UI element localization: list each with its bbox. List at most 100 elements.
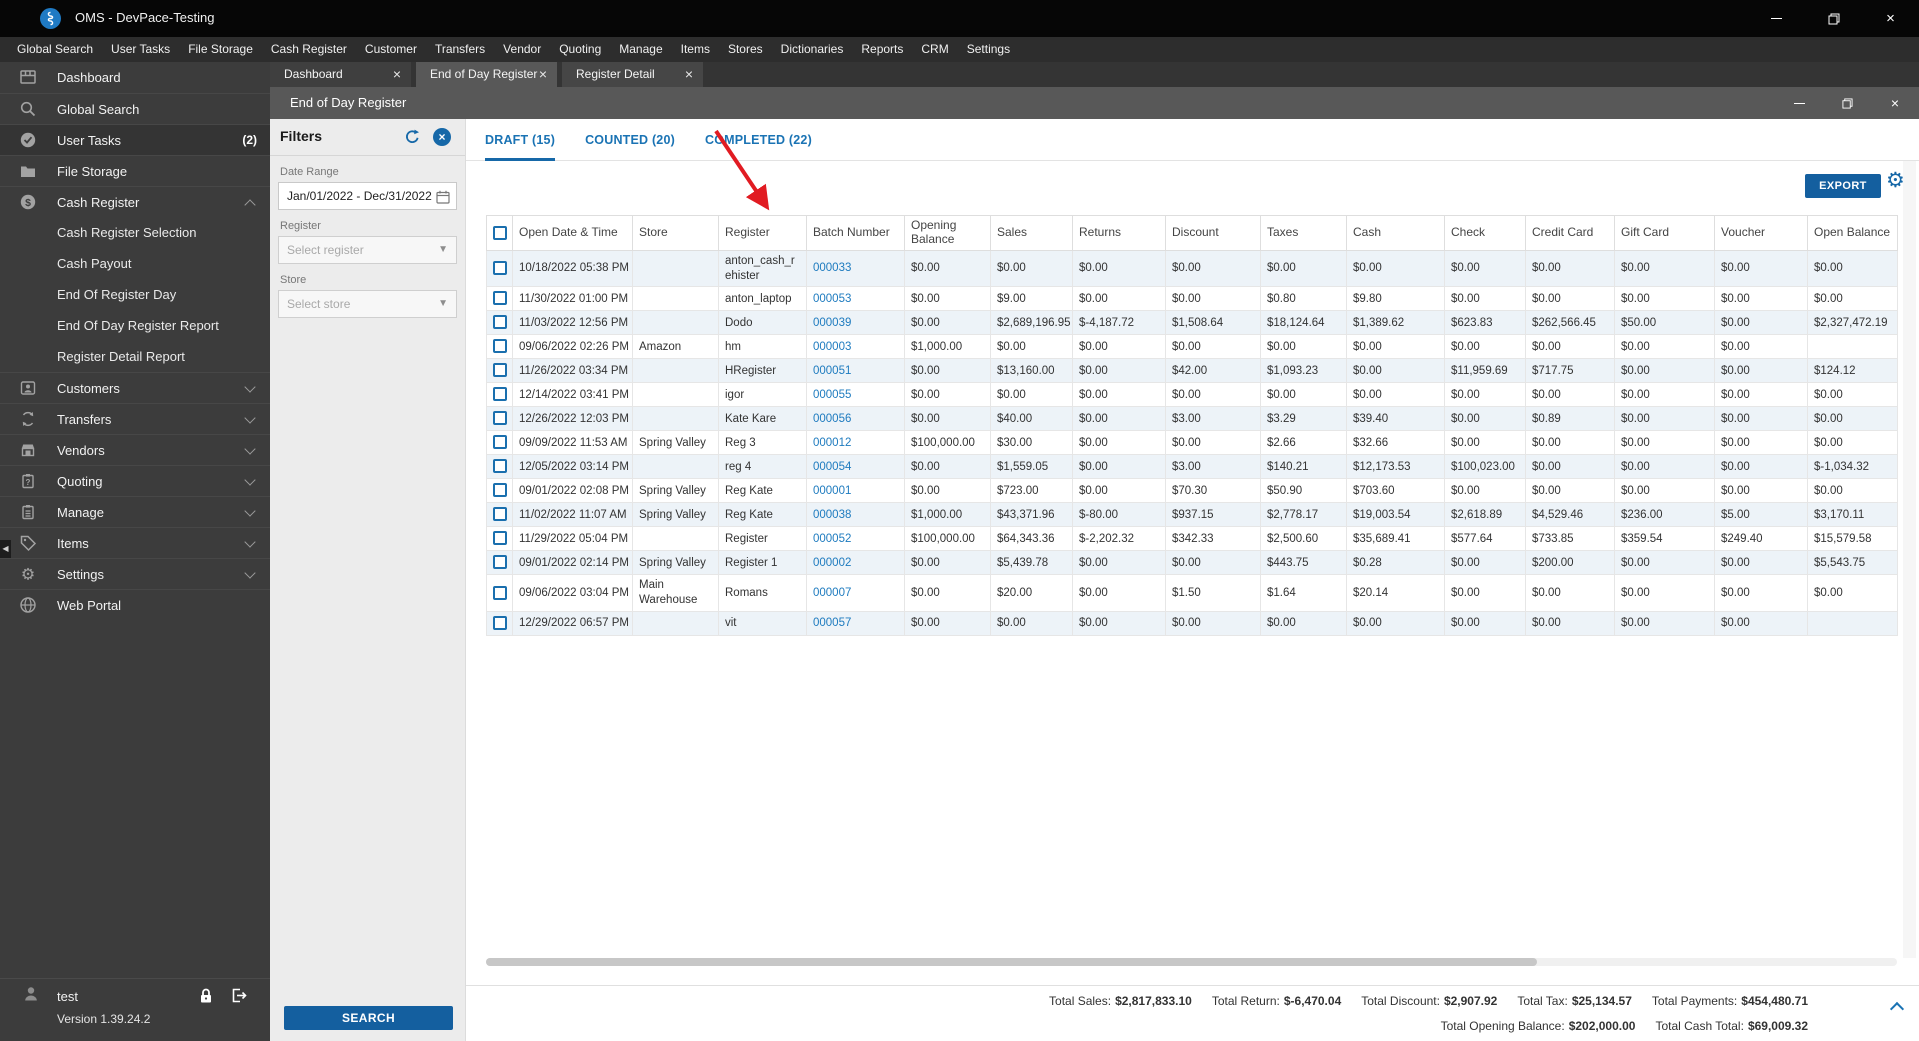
sidebar-subitem-cash-payout[interactable]: Cash Payout bbox=[0, 248, 270, 279]
batch-number-link[interactable]: 000001 bbox=[813, 485, 851, 497]
export-button[interactable]: EXPORT bbox=[1805, 174, 1881, 198]
batch-number-link[interactable]: 000056 bbox=[813, 413, 851, 425]
sidebar-item-web-portal[interactable]: Web Portal bbox=[0, 589, 270, 620]
sidebar-item-manage[interactable]: Manage bbox=[0, 496, 270, 527]
logout-icon[interactable] bbox=[230, 987, 248, 1009]
menu-item-manage[interactable]: Manage bbox=[610, 37, 671, 62]
date-range-input[interactable]: Jan/01/2022 - Dec/31/2022 bbox=[278, 182, 457, 210]
cell-discount: $0.00 bbox=[1165, 611, 1261, 637]
batch-number-link[interactable]: 000038 bbox=[813, 509, 851, 521]
inner-minimize-button[interactable] bbox=[1775, 87, 1823, 119]
sidebar-subitem-end-of-register-day[interactable]: End Of Register Day bbox=[0, 279, 270, 310]
menu-item-stores[interactable]: Stores bbox=[719, 37, 772, 62]
gear-icon[interactable]: ⚙ bbox=[1886, 170, 1905, 191]
refresh-filters-icon[interactable] bbox=[403, 128, 421, 151]
row-checkbox[interactable] bbox=[493, 315, 507, 330]
close-icon[interactable]: × bbox=[685, 62, 693, 87]
sidebar-item-cash-register[interactable]: $ Cash Register bbox=[0, 186, 270, 217]
row-checkbox[interactable] bbox=[493, 585, 507, 600]
column-header-gift-card: Gift Card bbox=[1614, 215, 1715, 251]
row-checkbox[interactable] bbox=[493, 555, 507, 570]
status-tab-draft[interactable]: DRAFT (15) bbox=[485, 119, 556, 161]
batch-number-link[interactable]: 000053 bbox=[813, 293, 851, 305]
row-checkbox[interactable] bbox=[493, 291, 507, 306]
inner-restore-button[interactable] bbox=[1823, 87, 1871, 119]
sidebar-item-quoting[interactable]: ? Quoting bbox=[0, 465, 270, 496]
row-checkbox[interactable] bbox=[493, 339, 507, 354]
vertical-scrollbar[interactable] bbox=[1903, 161, 1916, 958]
row-checkbox[interactable] bbox=[493, 387, 507, 402]
lock-icon[interactable] bbox=[198, 987, 214, 1009]
tab-end-of-day-register[interactable]: End of Day Register × bbox=[416, 62, 557, 87]
menu-item-cash-register[interactable]: Cash Register bbox=[262, 37, 356, 62]
sidebar-subitem-cash-register-selection[interactable]: Cash Register Selection bbox=[0, 217, 270, 248]
store-select[interactable]: Select store ▼ bbox=[278, 290, 457, 318]
sidebar-item-settings[interactable]: ⚙ Settings bbox=[0, 558, 270, 589]
row-checkbox[interactable] bbox=[493, 483, 507, 498]
header-checkbox-cell[interactable] bbox=[486, 215, 513, 251]
register-select[interactable]: Select register ▼ bbox=[278, 236, 457, 264]
row-checkbox[interactable] bbox=[493, 411, 507, 426]
menu-item-vendor[interactable]: Vendor bbox=[494, 37, 550, 62]
menu-item-user-tasks[interactable]: User Tasks bbox=[102, 37, 179, 62]
menu-item-reports[interactable]: Reports bbox=[852, 37, 912, 62]
sidebar-item-dashboard[interactable]: Dashboard bbox=[0, 62, 270, 93]
window-close-button[interactable]: × bbox=[1862, 0, 1919, 37]
batch-number-link[interactable]: 000007 bbox=[813, 587, 851, 599]
cell-voucher: $249.40 bbox=[1714, 526, 1808, 552]
inner-close-button[interactable]: × bbox=[1871, 87, 1919, 119]
batch-number-link[interactable]: 000039 bbox=[813, 317, 851, 329]
batch-number-link[interactable]: 000052 bbox=[813, 533, 851, 545]
close-icon[interactable]: × bbox=[393, 62, 401, 87]
row-checkbox[interactable] bbox=[493, 531, 507, 546]
row-checkbox[interactable] bbox=[493, 459, 507, 474]
batch-number-link[interactable]: 000002 bbox=[813, 557, 851, 569]
menu-item-file-storage[interactable]: File Storage bbox=[179, 37, 262, 62]
sidebar-item-transfers[interactable]: Transfers bbox=[0, 403, 270, 434]
batch-number-link[interactable]: 000054 bbox=[813, 461, 851, 473]
window-restore-button[interactable] bbox=[1805, 0, 1862, 37]
row-checkbox[interactable] bbox=[493, 261, 507, 276]
batch-number-link[interactable]: 000003 bbox=[813, 341, 851, 353]
menu-item-crm[interactable]: CRM bbox=[912, 37, 957, 62]
window-minimize-button[interactable] bbox=[1748, 0, 1805, 37]
chevron-up-icon[interactable] bbox=[1889, 1001, 1905, 1017]
batch-number-link[interactable]: 000033 bbox=[813, 262, 851, 274]
cell-gift-card: $0.00 bbox=[1614, 382, 1715, 408]
search-button[interactable]: SEARCH bbox=[284, 1006, 453, 1030]
sidebar-item-global-search[interactable]: Global Search bbox=[0, 93, 270, 124]
sidebar-item-items[interactable]: Items bbox=[0, 527, 270, 558]
tab-dashboard[interactable]: Dashboard × bbox=[270, 62, 411, 87]
horizontal-scrollbar-thumb[interactable] bbox=[486, 958, 1537, 966]
menu-item-dictionaries[interactable]: Dictionaries bbox=[772, 37, 853, 62]
menu-item-transfers[interactable]: Transfers bbox=[426, 37, 494, 62]
menu-item-settings[interactable]: Settings bbox=[958, 37, 1019, 62]
menu-item-global-search[interactable]: Global Search bbox=[8, 37, 102, 62]
batch-number-link[interactable]: 000055 bbox=[813, 389, 851, 401]
calendar-icon[interactable] bbox=[435, 188, 451, 214]
close-icon[interactable]: × bbox=[539, 62, 547, 87]
status-tab-completed[interactable]: COMPLETED (22) bbox=[705, 119, 812, 161]
row-checkbox[interactable] bbox=[493, 435, 507, 450]
sidebar-collapse-handle[interactable]: ◀ bbox=[0, 540, 11, 558]
tab-register-detail[interactable]: Register Detail × bbox=[562, 62, 703, 87]
menu-item-items[interactable]: Items bbox=[672, 37, 719, 62]
menu-item-customer[interactable]: Customer bbox=[356, 37, 426, 62]
cell-sales: $1,559.05 bbox=[990, 454, 1073, 480]
sidebar-item-customers[interactable]: Customers bbox=[0, 372, 270, 403]
sidebar-subitem-register-detail-report[interactable]: Register Detail Report bbox=[0, 341, 270, 372]
select-all-checkbox[interactable] bbox=[493, 225, 507, 240]
batch-number-link[interactable]: 000057 bbox=[813, 617, 851, 629]
row-checkbox[interactable] bbox=[493, 616, 507, 631]
sidebar-item-vendors[interactable]: Vendors bbox=[0, 434, 270, 465]
row-checkbox[interactable] bbox=[493, 363, 507, 378]
menu-item-quoting[interactable]: Quoting bbox=[550, 37, 610, 62]
batch-number-link[interactable]: 000051 bbox=[813, 365, 851, 377]
sidebar-subitem-end-of-day-register-report[interactable]: End Of Day Register Report bbox=[0, 310, 270, 341]
clear-filters-icon[interactable]: × bbox=[433, 128, 451, 146]
row-checkbox[interactable] bbox=[493, 507, 507, 522]
status-tab-counted[interactable]: COUNTED (20) bbox=[585, 119, 675, 161]
batch-number-link[interactable]: 000012 bbox=[813, 437, 851, 449]
sidebar-item-user-tasks[interactable]: User Tasks (2) bbox=[0, 124, 270, 155]
sidebar-item-file-storage[interactable]: File Storage bbox=[0, 155, 270, 186]
